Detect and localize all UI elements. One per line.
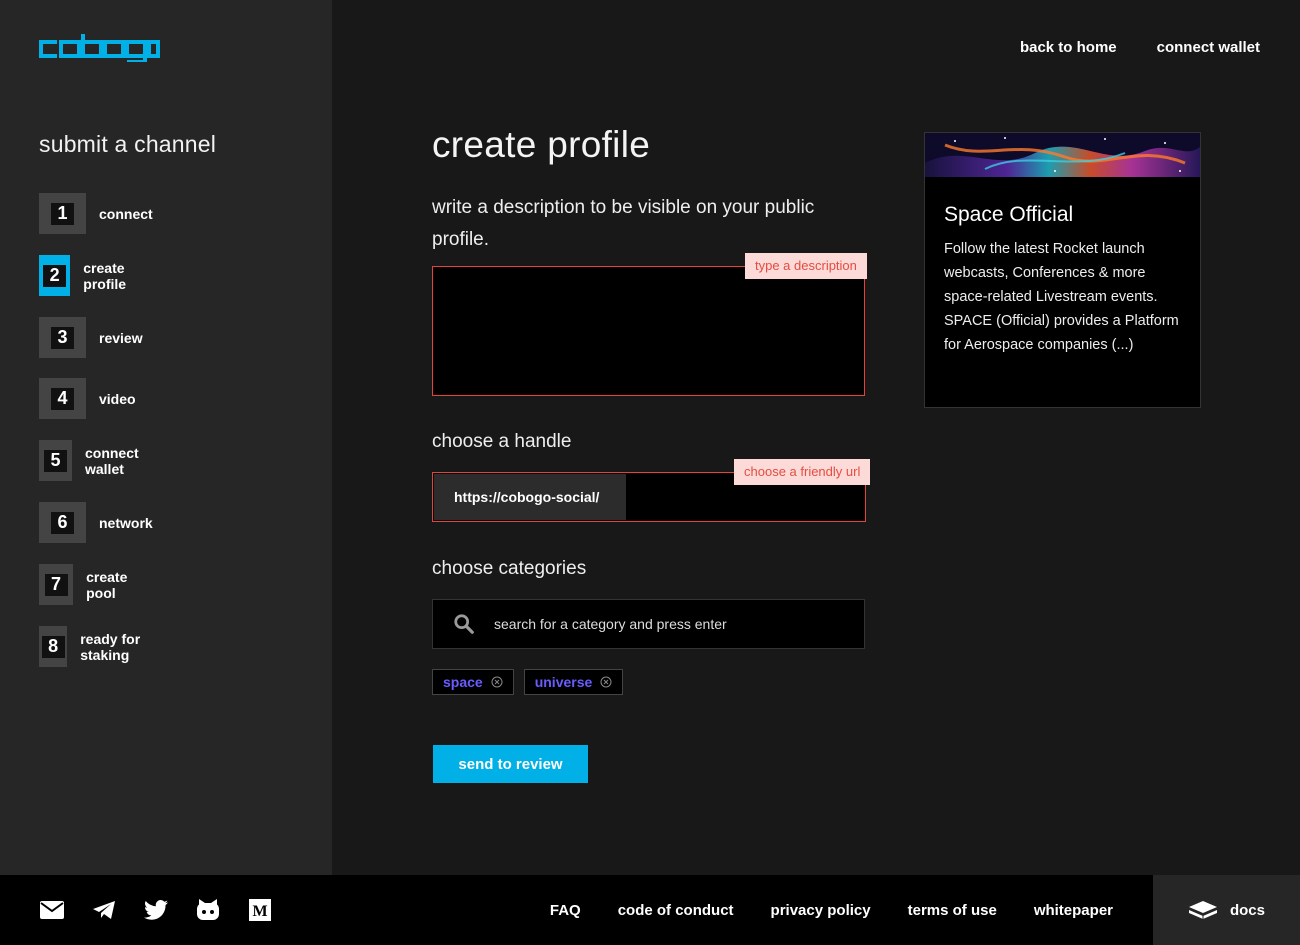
category-tag: space: [432, 669, 514, 695]
search-icon: [454, 614, 474, 634]
docs-button[interactable]: docs: [1153, 875, 1300, 945]
category-search-field[interactable]: [432, 599, 865, 649]
step-number: 8: [39, 626, 68, 667]
step-number: 4: [39, 378, 86, 419]
medium-icon[interactable]: M: [248, 898, 272, 922]
terms-of-use-link[interactable]: terms of use: [908, 902, 997, 919]
svg-text:M: M: [252, 903, 267, 920]
privacy-policy-link[interactable]: privacy policy: [771, 902, 871, 919]
channel-preview-card: Space Official Follow the latest Rocket …: [924, 132, 1201, 408]
step-label: ready for staking: [80, 630, 141, 663]
step-number-label: 2: [43, 264, 67, 287]
step-number-label: 7: [44, 573, 68, 596]
tag-label: universe: [534, 674, 593, 690]
cobogo-logo[interactable]: [39, 34, 160, 67]
code-of-conduct-link[interactable]: code of conduct: [618, 902, 734, 919]
channel-title: Space Official: [944, 203, 1074, 226]
description-error-tooltip: type a description: [745, 253, 867, 279]
step-video[interactable]: 4 video: [39, 378, 136, 419]
mail-icon[interactable]: [40, 898, 64, 922]
step-connect[interactable]: 1 connect: [39, 193, 153, 234]
step-network[interactable]: 6 network: [39, 502, 153, 543]
github-icon[interactable]: [196, 898, 220, 922]
step-number-label: 1: [51, 202, 74, 225]
step-number-label: 8: [41, 635, 65, 658]
category-tags: space universe: [432, 669, 624, 695]
remove-tag-icon[interactable]: [600, 676, 612, 688]
channel-banner-image: [925, 133, 1200, 177]
step-number-label: 3: [51, 326, 74, 349]
docs-label: docs: [1229, 901, 1265, 919]
step-number: 3: [39, 317, 86, 358]
step-label: network: [99, 514, 153, 531]
step-label: connect: [99, 205, 153, 222]
description-textarea[interactable]: [432, 266, 865, 396]
step-label: connect wallet: [84, 444, 139, 477]
faq-link[interactable]: FAQ: [550, 902, 581, 919]
category-search-input[interactable]: [494, 616, 824, 632]
step-number: 2: [39, 255, 71, 296]
send-to-review-button[interactable]: send to review: [433, 745, 588, 783]
step-number: 7: [39, 564, 74, 605]
remove-tag-icon[interactable]: [491, 676, 503, 688]
category-tag: universe: [523, 669, 624, 695]
step-number-label: 6: [51, 511, 74, 534]
footer-links: FAQ code of conduct privacy policy terms…: [550, 875, 1113, 945]
description-label: write a description to be visible on you…: [432, 197, 815, 250]
twitter-icon[interactable]: [144, 898, 168, 922]
handle-error-tooltip: choose a friendly url: [734, 459, 871, 485]
step-label: create profile: [83, 259, 127, 292]
page-title: create profile: [432, 124, 651, 165]
telegram-icon[interactable]: [92, 898, 116, 922]
sidebar: submit a channel 1 connect 2 create prof…: [0, 0, 332, 875]
logo-wordmark: [39, 34, 160, 64]
footer: M FAQ code of conduct privacy policy ter…: [0, 875, 1300, 945]
handle-label: choose a handle: [432, 431, 572, 452]
whitepaper-link[interactable]: whitepaper: [1034, 902, 1113, 919]
back-to-home-link[interactable]: back to home: [1020, 39, 1117, 56]
step-label: create pool: [86, 568, 128, 601]
categories-label: choose categories: [432, 558, 587, 579]
step-label: review: [99, 329, 143, 346]
step-label: video: [99, 390, 136, 407]
channel-description: Follow the latest Rocket launch webcasts…: [944, 241, 1179, 353]
step-number: 1: [39, 193, 86, 234]
step-number-label: 5: [43, 449, 67, 472]
step-create-pool[interactable]: 7 create pool: [39, 564, 140, 605]
connect-wallet-link[interactable]: connect wallet: [1157, 39, 1260, 56]
sidebar-title: submit a channel: [39, 131, 217, 157]
handle-prefix: https://cobogo-social/: [434, 474, 626, 520]
top-nav: back to home connect wallet: [1020, 39, 1260, 56]
book-icon: [1188, 901, 1217, 919]
step-review[interactable]: 3 review: [39, 317, 143, 358]
social-links: M: [40, 875, 272, 945]
step-number-label: 4: [51, 387, 74, 410]
step-connect-wallet[interactable]: 5 connect wallet: [39, 440, 153, 481]
tag-label: space: [443, 674, 483, 690]
step-ready-for-staking[interactable]: 8 ready for staking: [39, 626, 148, 667]
step-number: 5: [39, 440, 72, 481]
step-create-profile[interactable]: 2 create profile: [39, 255, 142, 296]
step-number: 6: [39, 502, 86, 543]
